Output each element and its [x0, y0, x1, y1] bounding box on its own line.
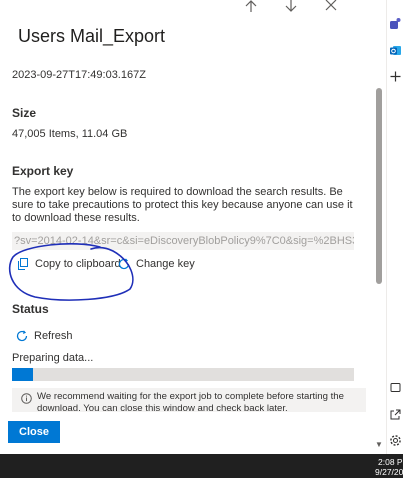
size-value: 47,005 Items, 11.04 GB — [12, 128, 128, 140]
refresh-circle-icon — [118, 258, 130, 270]
teams-app-icon[interactable] — [389, 17, 402, 30]
add-app-icon[interactable] — [389, 70, 402, 83]
change-key-label: Change key — [136, 258, 195, 270]
copy-to-clipboard-button[interactable]: Copy to clipboard — [17, 258, 121, 270]
panel-scrollbar[interactable]: ▼ — [374, 0, 384, 454]
export-key-heading: Export key — [12, 164, 74, 178]
info-message-text: We recommend waiting for the export job … — [37, 391, 344, 412]
arrow-down-icon[interactable] — [284, 0, 298, 12]
scrollbar-thumb[interactable] — [376, 88, 382, 284]
scroll-down-icon[interactable]: ▼ — [375, 440, 383, 449]
close-icon[interactable] — [324, 0, 338, 12]
status-heading: Status — [12, 302, 49, 316]
arrow-up-icon[interactable] — [244, 0, 258, 12]
open-external-icon[interactable] — [389, 408, 402, 421]
refresh-label: Refresh — [34, 330, 73, 342]
copy-icon — [18, 258, 28, 270]
hand-drawn-circle-annotation — [8, 243, 134, 301]
info-icon — [21, 393, 32, 404]
taskbar-clock-time[interactable]: 2:08 P — [378, 457, 403, 467]
copy-label: Copy to clipboard — [35, 258, 121, 270]
windows-taskbar: 2:08 P 9/27/20 — [0, 454, 403, 478]
export-timestamp: 2023-09-27T17:49:03.167Z — [12, 69, 146, 81]
app-side-rail — [386, 0, 403, 454]
progress-fill — [12, 368, 33, 381]
outlook-app-icon[interactable] — [389, 44, 402, 57]
panel-title: Users Mail_Export — [18, 26, 166, 46]
refresh-button[interactable]: Refresh — [16, 330, 73, 342]
export-key-description: The export key below is required to down… — [12, 186, 353, 224]
settings-gear-icon[interactable] — [389, 434, 402, 447]
status-text: Preparing data... — [12, 352, 94, 364]
close-button[interactable]: Close — [8, 421, 60, 443]
taskbar-clock-date[interactable]: 9/27/20 — [375, 467, 403, 477]
change-key-button[interactable]: Change key — [118, 258, 195, 270]
refresh-icon — [16, 330, 28, 342]
export-progress-bar — [12, 368, 354, 381]
split-screen-icon[interactable] — [389, 381, 402, 394]
size-heading: Size — [12, 106, 37, 120]
panel-nav — [244, 0, 338, 12]
info-message-bar: We recommend waiting for the export job … — [12, 388, 366, 412]
export-details-panel: Users Mail_Export 2023-09-27T17:49:03.16… — [0, 0, 372, 454]
export-key-field[interactable]: ?sv=2014-02-14&sr=c&si=eDiscoveryBlobPol… — [12, 232, 354, 250]
